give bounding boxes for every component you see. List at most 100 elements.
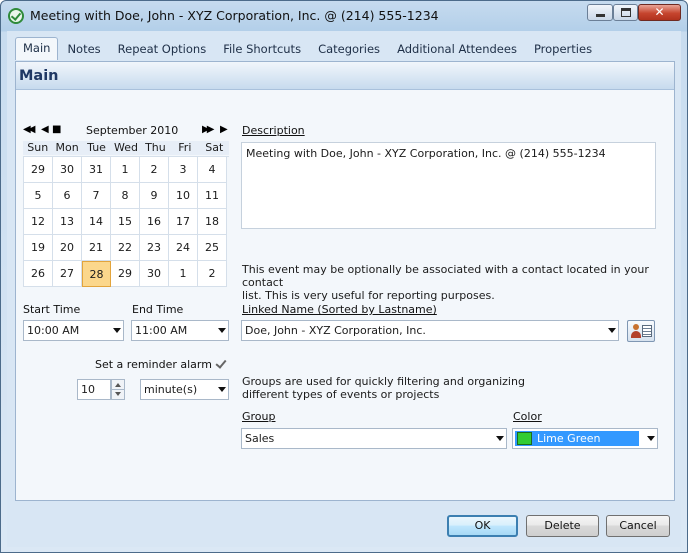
- calendar-day[interactable]: 16: [140, 209, 169, 235]
- maximize-button[interactable]: [613, 4, 638, 21]
- group-value: Sales: [245, 432, 275, 445]
- ok-button[interactable]: OK: [447, 515, 518, 537]
- calendar-day[interactable]: 19: [24, 235, 53, 261]
- main-panel: Main ◀◀ ◀ ■ September 2010 ▶▶ ▶ Sun Mon …: [15, 61, 675, 501]
- chevron-down-icon: [218, 328, 226, 333]
- chevron-down-icon: [608, 328, 616, 333]
- spinner-divider: [112, 389, 124, 390]
- calendar-day[interactable]: 30: [53, 157, 82, 183]
- tab-repeat-options[interactable]: Repeat Options: [109, 39, 215, 60]
- weekday-label: Mon: [55, 141, 79, 154]
- tab-file-shortcuts[interactable]: File Shortcuts: [214, 39, 309, 60]
- reminder-amount-input[interactable]: 10: [77, 379, 111, 400]
- reminder-unit-dropdown[interactable]: minute(s): [140, 379, 229, 400]
- reminder-unit-value: minute(s): [144, 383, 198, 396]
- delete-button[interactable]: Delete: [526, 515, 599, 537]
- weekday-label: Sun: [27, 141, 49, 154]
- calendar-day[interactable]: 10: [169, 183, 198, 209]
- contact-info-line: This event may be optionally be associat…: [242, 263, 649, 289]
- calendar-day[interactable]: 29: [111, 261, 140, 287]
- calendar-day[interactable]: 30: [140, 261, 169, 287]
- calendar-day[interactable]: 15: [111, 209, 140, 235]
- tab-main[interactable]: Main: [15, 37, 59, 60]
- calendar-day[interactable]: 1: [169, 261, 198, 287]
- weekday-label: Tue: [87, 141, 106, 154]
- color-dropdown[interactable]: Lime Green: [512, 428, 658, 449]
- calendar-day[interactable]: 18: [198, 209, 227, 235]
- close-icon: ✕: [654, 5, 665, 19]
- contact-lookup-button[interactable]: [627, 320, 655, 342]
- description-textarea[interactable]: Meeting with Doe, John - XYZ Corporation…: [241, 142, 656, 229]
- calendar-day[interactable]: 25: [198, 235, 227, 261]
- tab-notes[interactable]: Notes: [58, 39, 108, 60]
- start-time-value: 10:00 AM: [27, 324, 80, 337]
- weekday-label: Thu: [145, 141, 166, 154]
- reminder-amount-spinner[interactable]: [111, 379, 125, 400]
- color-value: Lime Green: [537, 432, 601, 445]
- weekday-label: Fri: [178, 141, 192, 154]
- spin-up-icon[interactable]: [115, 383, 121, 387]
- color-swatch: [517, 432, 532, 445]
- description-label-text: Description: [242, 124, 305, 137]
- calendar-day[interactable]: 8: [111, 183, 140, 209]
- calendar-day[interactable]: 2: [198, 261, 227, 287]
- start-time-dropdown[interactable]: 10:00 AM: [23, 320, 124, 341]
- calendar-day[interactable]: 13: [53, 209, 82, 235]
- spin-down-icon[interactable]: [115, 392, 121, 396]
- calendar-day[interactable]: 1: [111, 157, 140, 183]
- calendar-day[interactable]: 6: [53, 183, 82, 209]
- next-year-icon[interactable]: ▶: [220, 124, 228, 135]
- person-icon: [631, 324, 641, 338]
- next-month-icon[interactable]: ▶▶: [202, 124, 215, 135]
- minimize-icon: [596, 14, 605, 17]
- tab-categories[interactable]: Categories: [309, 39, 388, 60]
- end-time-dropdown[interactable]: 11:00 AM: [131, 320, 229, 341]
- groups-info-text: Groups are used for quickly filtering an…: [242, 375, 525, 401]
- maximize-icon: [621, 8, 631, 17]
- calendar-day[interactable]: 4: [198, 157, 227, 183]
- calendar-day[interactable]: 20: [53, 235, 82, 261]
- groups-info-line: different types of events or projects: [242, 388, 440, 401]
- tab-properties[interactable]: Properties: [525, 39, 600, 60]
- calendar-day[interactable]: 21: [82, 235, 111, 261]
- tab-additional-attendees[interactable]: Additional Attendees: [388, 39, 525, 60]
- calendar-day[interactable]: 31: [82, 157, 111, 183]
- group-dropdown[interactable]: Sales: [241, 428, 507, 449]
- calendar-day[interactable]: 22: [111, 235, 140, 261]
- end-time-label: End Time: [132, 303, 184, 316]
- close-button[interactable]: ✕: [638, 4, 681, 21]
- linked-name-value: Doe, John - XYZ Corporation, Inc.: [245, 324, 426, 337]
- groups-info-line: Groups are used for quickly filtering an…: [242, 375, 525, 388]
- checkmark-app-icon: [8, 8, 24, 24]
- calendar-day[interactable]: 14: [82, 209, 111, 235]
- linked-name-dropdown[interactable]: Doe, John - XYZ Corporation, Inc.: [241, 320, 619, 341]
- calendar-day[interactable]: 5: [24, 183, 53, 209]
- calendar-nav: ◀◀ ◀ ■ September 2010 ▶▶ ▶: [23, 123, 229, 139]
- previous-month-icon[interactable]: ◀: [41, 124, 49, 135]
- calendar-day[interactable]: 7: [82, 183, 111, 209]
- calendar-day[interactable]: 23: [140, 235, 169, 261]
- color-selection: Lime Green: [515, 431, 639, 446]
- calendar-day[interactable]: 11: [198, 183, 227, 209]
- calendar-day[interactable]: 2: [140, 157, 169, 183]
- calendar-day[interactable]: 27: [53, 261, 82, 287]
- cancel-button[interactable]: Cancel: [606, 515, 670, 537]
- window-title: Meeting with Doe, John - XYZ Corporation…: [30, 8, 439, 23]
- calendar-day[interactable]: 3: [169, 157, 198, 183]
- calendar-day[interactable]: 17: [169, 209, 198, 235]
- chevron-down-icon: [496, 436, 504, 441]
- calendar-day[interactable]: 9: [140, 183, 169, 209]
- month-calendar: ◀◀ ◀ ■ September 2010 ▶▶ ▶ Sun Mon Tue W…: [23, 123, 229, 287]
- calendar-day[interactable]: 29: [24, 157, 53, 183]
- today-icon[interactable]: ■: [52, 124, 61, 135]
- chevron-down-icon: [113, 328, 121, 333]
- calendar-month-label: September 2010: [86, 124, 179, 137]
- calendar-day[interactable]: 12: [24, 209, 53, 235]
- calendar-day[interactable]: 26: [24, 261, 53, 287]
- minimize-button[interactable]: [587, 4, 613, 21]
- description-label: Description: [242, 124, 305, 137]
- calendar-day[interactable]: 24: [169, 235, 198, 261]
- calendar-day[interactable]: 28: [82, 261, 111, 287]
- previous-year-icon[interactable]: ◀◀: [23, 124, 36, 135]
- reminder-checkbox[interactable]: [215, 358, 227, 370]
